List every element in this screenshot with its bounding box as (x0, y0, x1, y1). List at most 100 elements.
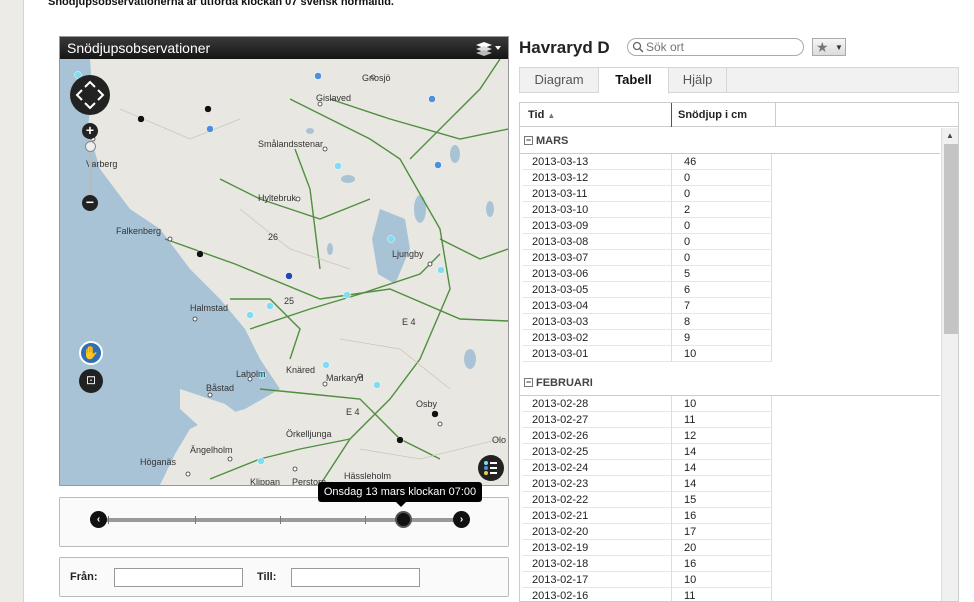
cell-snow-depth: 7 (672, 298, 772, 314)
zoom-box-tool-button[interactable]: ⊡ (79, 369, 103, 393)
table-row[interactable]: 2013-02-23 14 (520, 476, 940, 492)
left-sidebar-strip (0, 0, 24, 602)
station-name: Havraryd D (519, 38, 610, 57)
table-group-row[interactable]: − FEBRUARI (520, 370, 940, 396)
scrollbar-thumb[interactable] (944, 144, 958, 334)
cell-snow-depth: 5 (672, 266, 772, 282)
cell-snow-depth: 10 (672, 346, 772, 362)
zoom-out-button[interactable]: − (82, 195, 98, 211)
table-row[interactable]: 2013-03-09 0 (520, 218, 940, 234)
table-row[interactable]: 2013-02-26 12 (520, 428, 940, 444)
tab-diagram[interactable]: Diagram (520, 68, 599, 93)
zoom-slider-handle[interactable] (85, 141, 96, 152)
cell-date: 2013-02-21 (522, 508, 672, 524)
tab-hjalp[interactable]: Hjälp (669, 68, 727, 93)
cell-snow-depth: 15 (672, 492, 772, 508)
table-row[interactable]: 2013-02-18 16 (520, 556, 940, 572)
from-date-input[interactable] (114, 568, 243, 587)
place-label: Ljungby (392, 249, 424, 259)
column-header-date[interactable]: Tid ▲ (528, 103, 555, 127)
place-label: Markaryd (326, 373, 364, 383)
place-label: Örkelljunga (286, 429, 332, 439)
cell-date: 2013-02-18 (522, 556, 672, 572)
table-row[interactable]: 2013-03-12 0 (520, 170, 940, 186)
time-tick (108, 516, 109, 524)
to-label: Till: (257, 571, 277, 583)
place-label: Höganäs (140, 457, 177, 467)
cell-snow-depth: 11 (672, 588, 772, 601)
scroll-up-icon[interactable]: ▲ (946, 131, 954, 140)
table-row[interactable]: 2013-02-21 16 (520, 508, 940, 524)
zoom-in-button[interactable]: + (82, 123, 98, 139)
table-row[interactable]: 2013-03-04 7 (520, 298, 940, 314)
map-title: Snödjupsobservationer (60, 37, 508, 59)
table-group-row[interactable]: − MARS (520, 128, 940, 154)
table-row[interactable]: 2013-03-11 0 (520, 186, 940, 202)
table-row[interactable]: 2013-03-13 46 (520, 154, 940, 170)
pan-control[interactable] (70, 75, 110, 115)
cell-snow-depth: 9 (672, 330, 772, 346)
table-row[interactable]: 2013-02-16 11 (520, 588, 940, 601)
table-row[interactable]: 2013-02-20 17 (520, 524, 940, 540)
table-row[interactable]: 2013-03-10 2 (520, 202, 940, 218)
column-header-snow-depth[interactable]: Snödjup i cm (678, 103, 747, 127)
table-header: Tid ▲ Snödjup i cm (520, 103, 958, 127)
observation-time-notice: Snödjupsobservationerna är utförda klock… (48, 0, 394, 8)
table-row[interactable]: 2013-02-19 20 (520, 540, 940, 556)
location-search[interactable] (627, 38, 804, 56)
place-label: Klippan (250, 477, 281, 486)
column-divider[interactable] (671, 103, 672, 127)
road-label: 25 (284, 296, 295, 306)
cell-date: 2013-03-03 (522, 314, 672, 330)
cell-snow-depth: 16 (672, 508, 772, 524)
hand-pan-tool-button[interactable]: ✋ (79, 341, 103, 365)
cell-snow-depth: 14 (672, 460, 772, 476)
table-row[interactable]: 2013-02-22 15 (520, 492, 940, 508)
group-label: MARS (536, 135, 569, 147)
table-row[interactable]: 2013-03-01 10 (520, 346, 940, 362)
search-icon (632, 41, 644, 53)
cell-date: 2013-03-11 (522, 186, 672, 202)
cell-snow-depth: 46 (672, 154, 772, 170)
cell-snow-depth: 0 (672, 250, 772, 266)
cell-snow-depth: 0 (672, 218, 772, 234)
table-row[interactable]: 2013-02-17 10 (520, 572, 940, 588)
road-label: E 4 (346, 407, 360, 417)
time-next-button[interactable]: › (453, 511, 470, 528)
table-row[interactable]: 2013-02-24 14 (520, 460, 940, 476)
favorite-button[interactable]: ★ ▼ (812, 38, 846, 56)
table-row[interactable]: 2013-02-28 10 (520, 396, 940, 412)
sort-ascending-icon: ▲ (547, 111, 556, 120)
cell-date: 2013-02-24 (522, 460, 672, 476)
to-date-input[interactable] (291, 568, 420, 587)
table-row[interactable]: 2013-03-06 5 (520, 266, 940, 282)
collapse-icon[interactable]: − (524, 136, 533, 145)
table-row[interactable]: 2013-03-07 0 (520, 250, 940, 266)
table-row[interactable]: 2013-03-05 6 (520, 282, 940, 298)
cell-date: 2013-02-26 (522, 428, 672, 444)
road-label: 26 (268, 232, 279, 242)
legend-button[interactable] (478, 455, 504, 481)
table-row[interactable]: 2013-02-25 14 (520, 444, 940, 460)
cell-date: 2013-03-02 (522, 330, 672, 346)
cell-date: 2013-02-19 (522, 540, 672, 556)
table-row[interactable]: 2013-02-27 11 (520, 412, 940, 428)
table-row[interactable]: 2013-03-03 8 (520, 314, 940, 330)
search-input[interactable] (646, 40, 796, 54)
tab-tabell[interactable]: Tabell (599, 68, 669, 94)
chevron-right-icon: › (459, 514, 464, 525)
time-slider-handle[interactable] (395, 511, 412, 528)
table-row[interactable]: 2013-03-08 0 (520, 234, 940, 250)
caret-down-icon: ▼ (835, 43, 843, 52)
collapse-icon[interactable]: − (524, 378, 533, 387)
place-label: Halmstad (190, 303, 229, 313)
place-label: Ängelholm (190, 445, 233, 455)
layers-icon[interactable] (476, 40, 502, 56)
map-canvas[interactable]: Gnosjö Gislaved Varberg Smålandsstenar H… (60, 59, 508, 485)
time-tick (195, 516, 196, 524)
cell-snow-depth: 0 (672, 234, 772, 250)
time-previous-button[interactable]: ‹ (90, 511, 107, 528)
table-scrollbar[interactable]: ▲ (941, 128, 958, 601)
cell-snow-depth: 0 (672, 186, 772, 202)
table-row[interactable]: 2013-03-02 9 (520, 330, 940, 346)
